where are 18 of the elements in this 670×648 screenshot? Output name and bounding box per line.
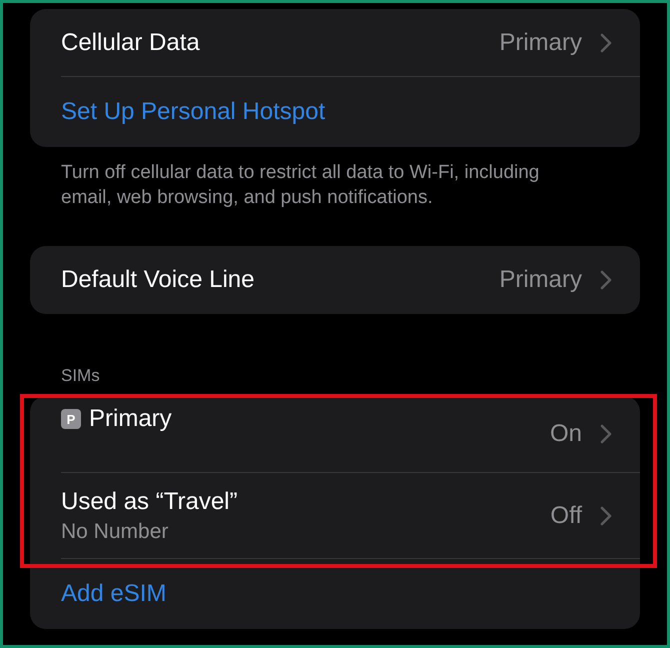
chevron-icon — [600, 506, 612, 526]
sim-status: Off — [550, 502, 582, 530]
sim-subtitle: No Number — [61, 520, 170, 544]
section-footer: Turn off cellular data to restrict all data to Wi-Fi, including email, web browsing, and push notifications. — [61, 160, 580, 210]
chevron-icon — [600, 32, 612, 52]
sim-title: Primary — [89, 405, 172, 433]
chevron-icon — [600, 270, 612, 290]
sim-status: On — [550, 420, 582, 448]
sim-badge: P — [61, 409, 81, 429]
sim-title: Used as “Travel” — [61, 488, 238, 516]
row-value: Primary — [499, 28, 582, 56]
action-link[interactable]: Add eSIM — [61, 580, 166, 608]
row-title: Default Voice Line — [61, 266, 254, 294]
action-link[interactable]: Set Up Personal Hotspot — [61, 98, 326, 126]
chevron-icon — [600, 424, 612, 444]
row-title: Cellular Data — [61, 28, 200, 56]
section-header: SIMs — [61, 366, 100, 386]
row-value: Primary — [499, 266, 582, 294]
